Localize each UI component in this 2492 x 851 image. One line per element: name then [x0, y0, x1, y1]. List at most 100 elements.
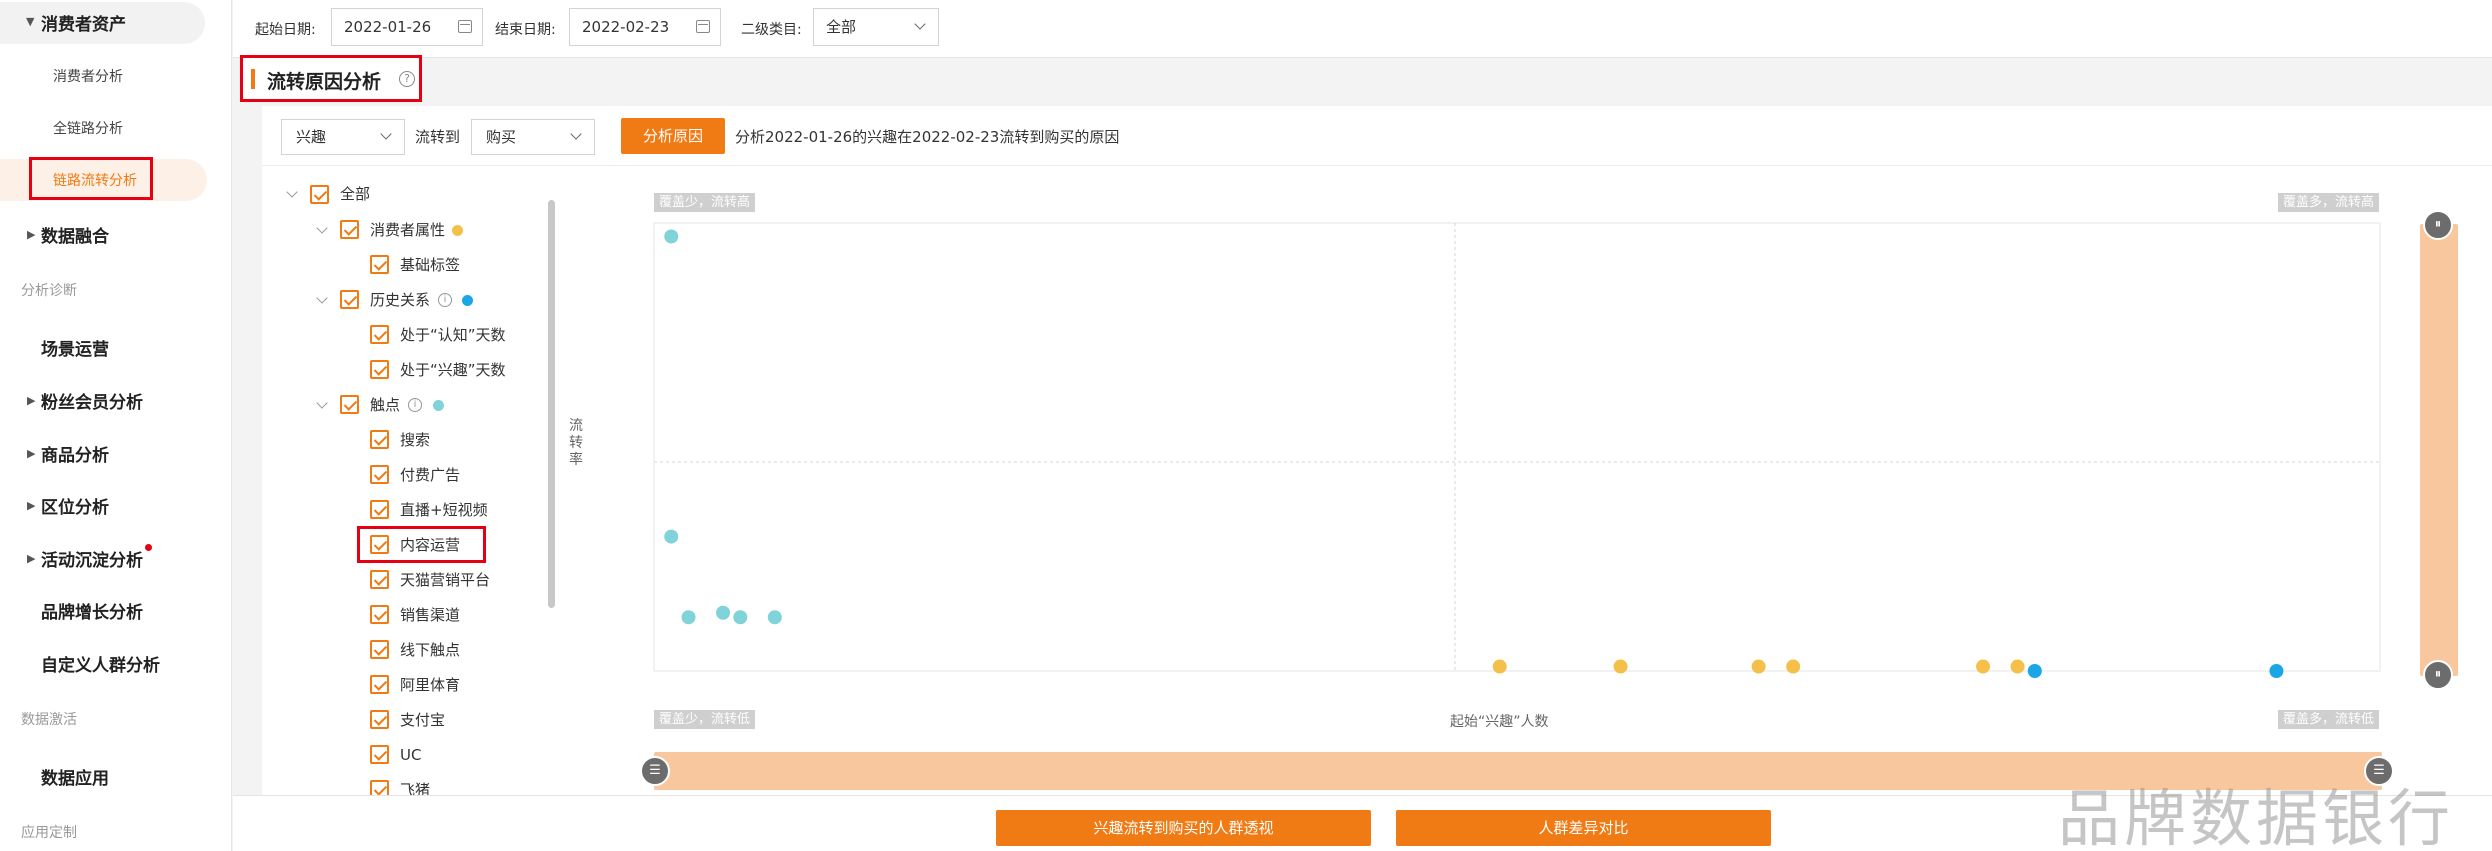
- to-stage-value: 购买: [486, 128, 517, 146]
- sidebar: ▼ 消费者资产 消费者分析 全链路分析 链路流转分析 ▶ 数据融合 分析诊断 场…: [0, 0, 232, 851]
- scatter-chart: 覆盖少，流转高 覆盖多，流转高 覆盖少，流转低 覆盖多，流转低 起始“兴趣”人数…: [560, 166, 2490, 796]
- info-icon[interactable]: i: [438, 293, 452, 307]
- info-icon[interactable]: i: [408, 398, 422, 412]
- checkbox-ali-sports[interactable]: [370, 675, 389, 694]
- y-slider-handle-bottom[interactable]: ⏸: [2423, 660, 2453, 690]
- chevron-down-icon: [570, 128, 582, 140]
- help-icon[interactable]: ?: [399, 71, 415, 87]
- y-slider-handle-top[interactable]: ⏸: [2423, 210, 2453, 240]
- scatter-point[interactable]: [733, 610, 748, 625]
- nav-sub-full-link[interactable]: 全链路分析: [53, 118, 123, 138]
- checkbox-alipay[interactable]: [370, 710, 389, 729]
- start-date-value: 2022-01-26: [344, 18, 432, 36]
- nav-label: 场景运营: [41, 340, 109, 360]
- tree-label-sales-channel: 销售渠道: [400, 606, 461, 624]
- tree-label-interest-days: 处于“兴趣”天数: [400, 361, 506, 379]
- checkbox-all[interactable]: [310, 185, 329, 204]
- to-stage-select[interactable]: 购买: [471, 119, 595, 155]
- checkbox-touchpoint[interactable]: [340, 395, 359, 414]
- checkbox-interest-days[interactable]: [370, 360, 389, 379]
- tree-label-offline: 线下触点: [400, 641, 461, 659]
- checkbox-live-video[interactable]: [370, 500, 389, 519]
- checkbox-search[interactable]: [370, 430, 389, 449]
- caret-right-icon: ▶: [27, 394, 36, 407]
- nav-label: 活动沉淀分析: [41, 551, 143, 571]
- chevron-down-icon: [914, 18, 926, 30]
- control-row: [262, 106, 2492, 166]
- tree-label-touchpoint: 触点: [370, 396, 401, 414]
- plot-frame: [653, 222, 2381, 672]
- scatter-point[interactable]: [664, 229, 679, 244]
- scatter-point[interactable]: [2010, 659, 2025, 674]
- crowd-compare-button[interactable]: 人群差异对比: [1396, 810, 1771, 846]
- corner-label-bottom-right: 覆盖多，流转低: [2277, 710, 2379, 729]
- checkbox-sales-channel[interactable]: [370, 605, 389, 624]
- nav-label: 数据融合: [41, 227, 109, 247]
- tree-label-search: 搜索: [400, 431, 431, 449]
- from-stage-select[interactable]: 兴趣: [281, 119, 405, 155]
- checkbox-tmall-marketing[interactable]: [370, 570, 389, 589]
- crowd-perspective-button[interactable]: 兴趣流转到购买的人群透视: [996, 810, 1371, 846]
- end-date-input[interactable]: 2022-02-23: [569, 8, 721, 46]
- scatter-point[interactable]: [664, 529, 679, 544]
- tree-scrollbar[interactable]: [548, 200, 555, 608]
- y-range-slider[interactable]: [2420, 224, 2458, 676]
- legend-dot: [433, 400, 444, 411]
- scatter-point[interactable]: [2027, 664, 2042, 678]
- scatter-point[interactable]: [1976, 659, 1991, 674]
- scatter-point[interactable]: [767, 610, 782, 625]
- checkbox-paid-ads[interactable]: [370, 465, 389, 484]
- category-select[interactable]: 全部: [813, 8, 939, 46]
- scatter-point[interactable]: [716, 605, 731, 620]
- tree-label-consumer-attr: 消费者属性: [370, 221, 446, 239]
- calendar-icon: [458, 20, 472, 33]
- end-date-value: 2022-02-23: [582, 18, 670, 36]
- nav-label: 区位分析: [41, 498, 109, 518]
- caret-right-icon: ▶: [27, 447, 36, 460]
- checkbox-offline[interactable]: [370, 640, 389, 659]
- scatter-point[interactable]: [1751, 659, 1766, 674]
- notification-dot: [145, 544, 152, 551]
- nav-sub-consumer-analysis[interactable]: 消费者分析: [53, 66, 123, 86]
- highlight-box: [357, 526, 486, 563]
- y-axis-label: 流转率: [569, 418, 583, 468]
- checkbox-uc[interactable]: [370, 745, 389, 764]
- checkbox-cognition-days[interactable]: [370, 325, 389, 344]
- corner-label-top-right: 覆盖多，流转高: [2277, 193, 2379, 212]
- scatter-plot-svg: [653, 222, 2381, 678]
- scatter-point[interactable]: [1613, 659, 1628, 674]
- checkbox-consumer-attr[interactable]: [340, 220, 359, 239]
- tree-label-uc: UC: [400, 746, 422, 764]
- section-label-diagnosis: 分析诊断: [21, 283, 77, 299]
- checkbox-basic-tags[interactable]: [370, 255, 389, 274]
- caret-right-icon: ▶: [27, 499, 36, 512]
- filter-bar: 起始日期: 2022-01-26 结束日期: 2022-02-23 二级类目: …: [233, 0, 2492, 58]
- corner-label-top-left: 覆盖少，流转高: [654, 193, 756, 212]
- section-header: 流转原因分析 ?: [240, 55, 422, 102]
- scatter-point[interactable]: [1492, 659, 1507, 674]
- flow-to-label: 流转到: [415, 128, 461, 146]
- caret-right-icon: ▶: [27, 552, 36, 565]
- tree-label-cognition-days: 处于“认知”天数: [400, 326, 506, 344]
- scatter-point[interactable]: [2269, 664, 2284, 678]
- scatter-point[interactable]: [1786, 659, 1801, 674]
- calendar-icon: [696, 20, 710, 33]
- category-label: 二级类目:: [741, 22, 802, 38]
- scatter-point[interactable]: [681, 610, 696, 625]
- start-date-label: 起始日期:: [255, 22, 316, 38]
- tree-label-paid-ads: 付费广告: [400, 466, 461, 484]
- end-date-label: 结束日期:: [495, 22, 556, 38]
- tree-label-tmall-marketing: 天猫营销平台: [400, 571, 491, 589]
- watermark: 品牌数据银行: [2058, 782, 2455, 851]
- nav-label: 自定义人群分析: [41, 656, 160, 676]
- checkbox-history[interactable]: [340, 290, 359, 309]
- nav-label: 粉丝会员分析: [41, 393, 143, 413]
- title-accent-bar: [251, 69, 255, 89]
- analyze-button[interactable]: 分析原因: [621, 118, 725, 154]
- section-label-activation: 数据激活: [21, 712, 77, 728]
- tree-label-basic-tags: 基础标签: [400, 256, 461, 274]
- start-date-input[interactable]: 2022-01-26: [331, 8, 483, 46]
- caret-right-icon: ▶: [27, 228, 36, 241]
- x-slider-handle-left[interactable]: ☰: [640, 756, 670, 786]
- data-points: [664, 229, 2284, 678]
